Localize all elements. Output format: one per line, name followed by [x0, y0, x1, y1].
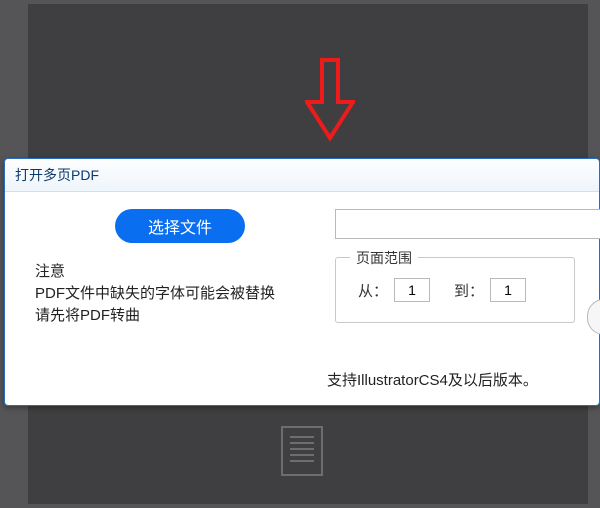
- page-range-row: 从： 到：: [358, 278, 526, 302]
- select-file-button[interactable]: 选择文件: [115, 209, 245, 243]
- to-label: 到：: [454, 280, 484, 301]
- note-line-2: 请先将PDF转曲: [35, 305, 305, 327]
- round-action-button[interactable]: [587, 299, 600, 335]
- dialog-body: 选择文件 注意 PDF文件中缺失的字体可能会被替换 请先将PDF转曲 页面范围 …: [15, 199, 599, 405]
- dialog-title: 打开多页PDF: [15, 165, 99, 185]
- page-range-group: 页面范围 从： 到：: [335, 257, 575, 323]
- note-line-1: PDF文件中缺失的字体可能会被替换: [35, 283, 305, 305]
- select-file-label: 选择文件: [148, 214, 212, 238]
- support-text: 支持IllustratorCS4及以后版本。: [327, 369, 538, 390]
- red-arrow-down-icon: [305, 58, 355, 147]
- open-multipage-pdf-dialog: 打开多页PDF 选择文件 注意 PDF文件中缺失的字体可能会被替换 请先将PDF…: [4, 158, 600, 406]
- document-thumbnail-icon: [280, 425, 324, 482]
- dialog-titlebar[interactable]: 打开多页PDF: [5, 159, 599, 192]
- page-range-legend: 页面范围: [350, 248, 418, 268]
- from-label: 从：: [358, 280, 388, 301]
- note-block: 注意 PDF文件中缺失的字体可能会被替换 请先将PDF转曲: [35, 261, 305, 327]
- note-heading: 注意: [35, 261, 305, 283]
- file-path-input[interactable]: [335, 209, 600, 239]
- to-page-input[interactable]: [490, 278, 526, 302]
- from-page-input[interactable]: [394, 278, 430, 302]
